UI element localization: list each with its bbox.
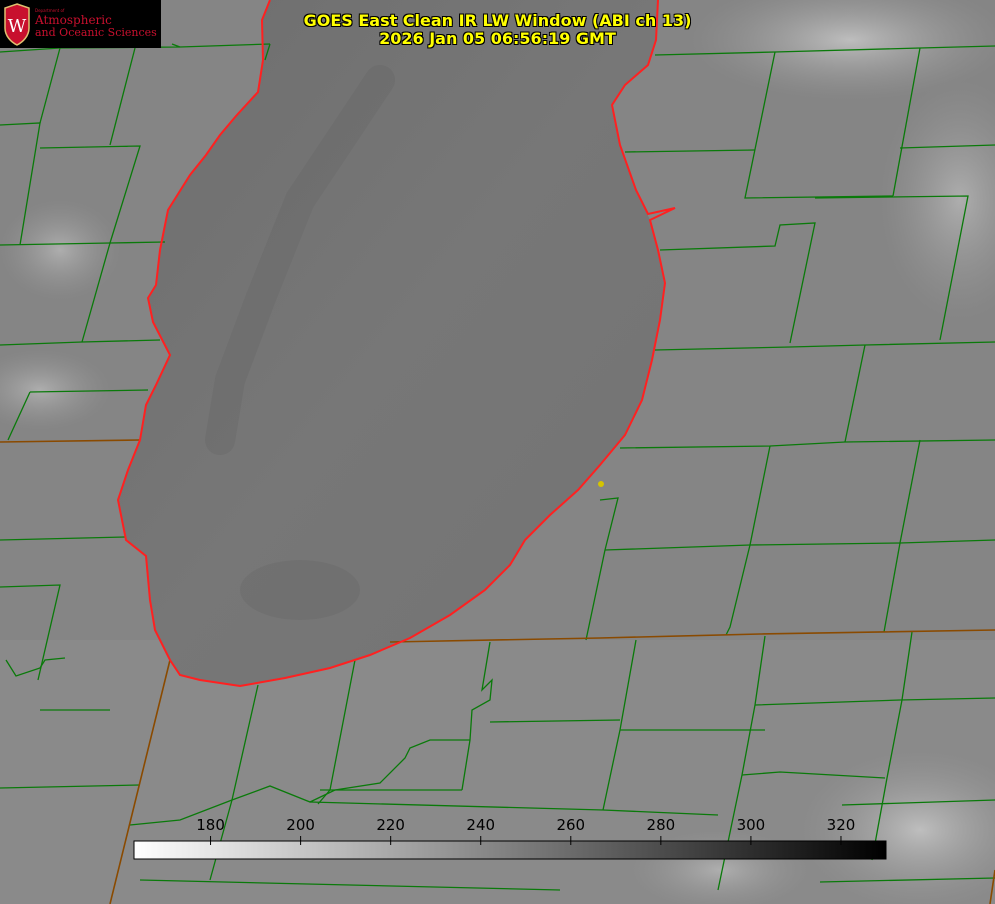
- logo-line1: Atmospheric: [35, 13, 112, 27]
- colorbar-tick-label: 240: [466, 816, 496, 834]
- uw-seal-icon: W: [4, 3, 30, 46]
- lake-cold-spot: [240, 560, 360, 620]
- svg-text:W: W: [8, 16, 27, 37]
- satellite-map[interactable]: GOES East Clean IR LW Window (ABI ch 13)…: [0, 0, 995, 904]
- aos-logo: W Department of Atmospheric and Oceanic …: [0, 0, 161, 48]
- cloud-patch: [0, 200, 120, 300]
- logo-line2: and Oceanic Sciences: [35, 26, 157, 39]
- colorbar-tick-label: 260: [556, 816, 586, 834]
- location-marker: [598, 481, 604, 487]
- ir-imagery: [0, 0, 995, 904]
- colorbar-gradient: [133, 840, 887, 860]
- colorbar-tick-label: 320: [826, 816, 856, 834]
- colorbar-tick-label: 300: [736, 816, 766, 834]
- colorbar-tick-label: 220: [376, 816, 405, 834]
- colorbar-tick-label: 280: [646, 816, 676, 834]
- colorbar-tick-label: 200: [286, 816, 315, 834]
- colorbar-tick-label: 180: [196, 816, 225, 834]
